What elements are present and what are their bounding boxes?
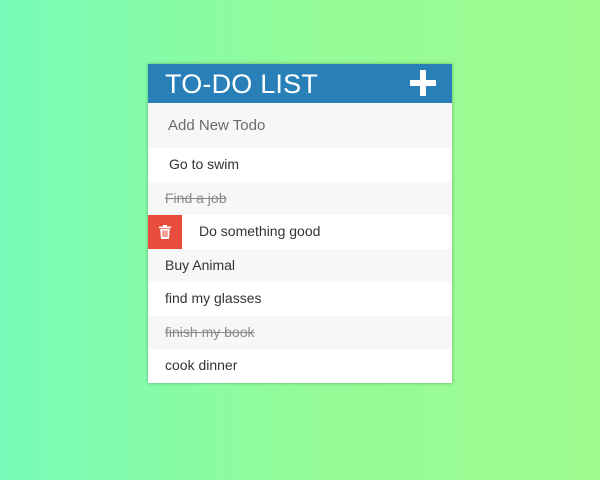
- todo-card: TO-DO LIST Go to swim Find a job: [148, 64, 452, 383]
- plus-icon[interactable]: [410, 70, 436, 96]
- todo-item[interactable]: cook dinner: [148, 349, 452, 383]
- todo-header: TO-DO LIST: [148, 64, 452, 103]
- page-title: TO-DO LIST: [165, 69, 319, 99]
- todo-item[interactable]: find my glasses: [148, 282, 452, 316]
- todo-item-text: cook dinner: [165, 357, 238, 373]
- todo-item[interactable]: Go to swim: [148, 148, 452, 182]
- trash-icon: [159, 225, 171, 239]
- todo-item-text: Go to swim: [169, 156, 240, 172]
- new-todo-input[interactable]: [148, 103, 452, 148]
- todo-item[interactable]: Do something good: [148, 215, 452, 249]
- todo-item[interactable]: finish my book: [148, 315, 452, 349]
- todo-item-text: Buy Animal: [165, 256, 236, 273]
- todo-item[interactable]: Buy Animal: [148, 248, 452, 282]
- todo-list: Go to swim Find a job Do something good …: [148, 148, 452, 383]
- todo-item-text: find my glasses: [165, 290, 262, 306]
- todo-item-text: finish my book: [165, 323, 255, 340]
- todo-item-text: Find a job: [165, 189, 227, 206]
- delete-button[interactable]: [148, 215, 182, 249]
- todo-item[interactable]: Find a job: [148, 181, 452, 215]
